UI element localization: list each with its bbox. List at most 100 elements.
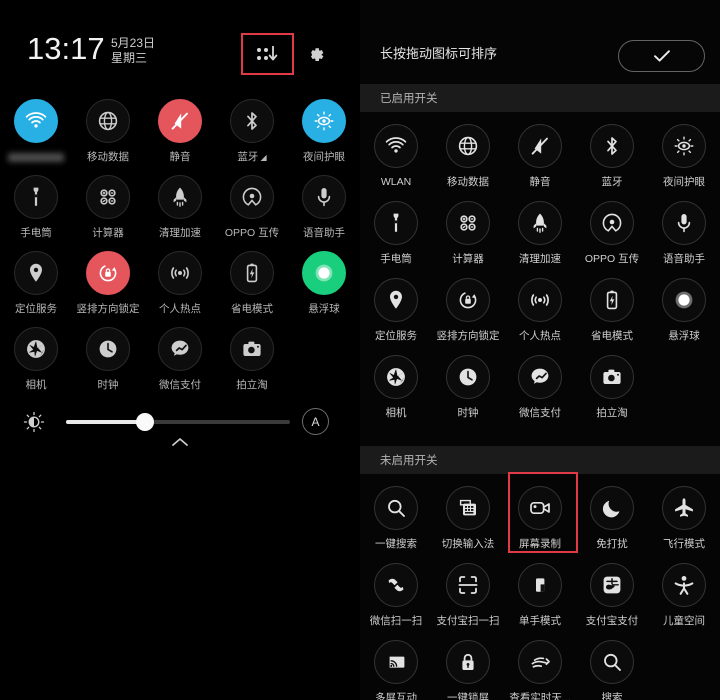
quick-tile-蓝牙[interactable]: 蓝牙 ◢ — [216, 88, 288, 164]
wechat-pay-icon[interactable] — [158, 327, 202, 371]
rocket-icon[interactable] — [518, 201, 562, 245]
edit-tile-计算器[interactable]: 计算器 — [432, 189, 504, 266]
edit-tile-OPPO 互传[interactable]: OPPO 互传 — [576, 189, 648, 266]
edit-tile-竖排方向锁定[interactable]: 竖排方向锁定 — [432, 266, 504, 343]
edit-tile-语音助手[interactable]: 语音助手 — [648, 189, 720, 266]
kids-space-icon[interactable] — [662, 563, 706, 607]
mute-icon[interactable] — [518, 124, 562, 168]
quick-tile-计算器[interactable]: 计算器 — [72, 164, 144, 240]
edit-tile-屏幕录制[interactable]: 屏幕录制 — [504, 474, 576, 551]
edit-tile-定位服务[interactable]: 定位服务 — [360, 266, 432, 343]
brightness-slider-thumb[interactable] — [136, 413, 155, 431]
quick-tile-移动数据[interactable]: 移动数据 — [72, 88, 144, 164]
rotation-lock-icon[interactable] — [86, 251, 130, 295]
hotspot-icon[interactable] — [518, 278, 562, 322]
edit-tile-相机[interactable]: 相机 — [360, 343, 432, 420]
quick-tile-语音助手[interactable]: 语音助手 — [288, 164, 360, 240]
wechat-pay-icon[interactable] — [518, 355, 562, 399]
edit-tile-免打扰[interactable]: 免打扰 — [576, 474, 648, 551]
edit-tile-时钟[interactable]: 时钟 — [432, 343, 504, 420]
calculator-icon[interactable] — [446, 201, 490, 245]
search-icon[interactable] — [590, 640, 634, 684]
quick-tile-手电筒[interactable]: 手电筒 — [0, 164, 72, 240]
edit-tile-儿童空间[interactable]: 儿童空间 — [648, 551, 720, 628]
hotspot-icon[interactable] — [158, 251, 202, 295]
bluetooth-icon[interactable] — [230, 99, 274, 143]
oppo-share-icon[interactable] — [590, 201, 634, 245]
quick-tile-竖排方向锁定[interactable]: 竖排方向锁定 — [72, 240, 144, 316]
done-button[interactable] — [618, 40, 705, 72]
edit-tile-个人热点[interactable]: 个人热点 — [504, 266, 576, 343]
camera-icon[interactable] — [590, 355, 634, 399]
microphone-icon[interactable] — [302, 175, 346, 219]
wifi-icon[interactable] — [374, 124, 418, 168]
auto-brightness-button[interactable]: A — [302, 408, 329, 435]
airplane-icon[interactable] — [662, 486, 706, 530]
chevron-up-icon[interactable] — [171, 436, 189, 448]
edit-tile-多屏互动[interactable]: 多屏互动 — [360, 628, 432, 700]
clock-icon[interactable] — [86, 327, 130, 371]
floating-ball-icon[interactable] — [302, 251, 346, 295]
edit-tile-微信支付[interactable]: 微信支付 — [504, 343, 576, 420]
search-icon[interactable] — [374, 486, 418, 530]
quick-tile-微信支付[interactable]: 微信支付 — [144, 316, 216, 392]
battery-saver-icon[interactable] — [230, 251, 274, 295]
moon-icon[interactable] — [590, 486, 634, 530]
edit-tile-清理加速[interactable]: 清理加速 — [504, 189, 576, 266]
quick-tile-拍立淘[interactable]: 拍立淘 — [216, 316, 288, 392]
edit-tile-支付宝支付[interactable]: 支付宝支付 — [576, 551, 648, 628]
keyboard-icon[interactable] — [446, 486, 490, 530]
brightness-slider[interactable] — [66, 420, 290, 424]
edit-tile-蓝牙[interactable]: 蓝牙 — [576, 112, 648, 189]
quick-tile-静音[interactable]: 静音 — [144, 88, 216, 164]
wifi-icon[interactable] — [14, 99, 58, 143]
quick-tile-夜间护眼[interactable]: 夜间护眼 — [288, 88, 360, 164]
edit-tile-飞行模式[interactable]: 飞行模式 — [648, 474, 720, 551]
edit-tile-省电模式[interactable]: 省电模式 — [576, 266, 648, 343]
edit-tile-悬浮球[interactable]: 悬浮球 — [648, 266, 720, 343]
lock-icon[interactable] — [446, 640, 490, 684]
quick-tile-定位服务[interactable]: 定位服务 — [0, 240, 72, 316]
location-pin-icon[interactable] — [374, 278, 418, 322]
oppo-share-icon[interactable] — [230, 175, 274, 219]
scan-frame-icon[interactable] — [446, 563, 490, 607]
floating-ball-icon[interactable] — [662, 278, 706, 322]
quick-tile-wlan[interactable] — [0, 88, 72, 164]
quick-tile-相机[interactable]: 相机 — [0, 316, 72, 392]
edit-tile-切换输入法[interactable]: 切换输入法 — [432, 474, 504, 551]
alipay-icon[interactable] — [590, 563, 634, 607]
edit-tile-单手模式[interactable]: 单手模式 — [504, 551, 576, 628]
edit-tile-夜间护眼[interactable]: 夜间护眼 — [648, 112, 720, 189]
edit-tile-查看实时天...[interactable]: 查看实时天... — [504, 628, 576, 700]
quick-tile-省电模式[interactable]: 省电模式 — [216, 240, 288, 316]
night-eye-icon[interactable] — [302, 99, 346, 143]
bluetooth-icon[interactable] — [590, 124, 634, 168]
edit-tile-静音[interactable]: 静音 — [504, 112, 576, 189]
screen-record-icon[interactable] — [518, 486, 562, 530]
flashlight-icon[interactable] — [14, 175, 58, 219]
quick-tile-个人热点[interactable]: 个人热点 — [144, 240, 216, 316]
battery-saver-icon[interactable] — [590, 278, 634, 322]
edit-tile-手电筒[interactable]: 手电筒 — [360, 189, 432, 266]
calculator-icon[interactable] — [86, 175, 130, 219]
camera-shutter-icon[interactable] — [374, 355, 418, 399]
quick-tile-清理加速[interactable]: 清理加速 — [144, 164, 216, 240]
edit-tile-WLAN[interactable]: WLAN — [360, 112, 432, 189]
globe-icon[interactable] — [446, 124, 490, 168]
one-hand-icon[interactable] — [518, 563, 562, 607]
location-pin-icon[interactable] — [14, 251, 58, 295]
camera-icon[interactable] — [230, 327, 274, 371]
weather-hand-icon[interactable] — [518, 640, 562, 684]
night-eye-icon[interactable] — [662, 124, 706, 168]
edit-tile-移动数据[interactable]: 移动数据 — [432, 112, 504, 189]
rotation-lock-icon[interactable] — [446, 278, 490, 322]
mute-icon[interactable] — [158, 99, 202, 143]
quick-tile-OPPO 互传[interactable]: OPPO 互传 — [216, 164, 288, 240]
edit-tile-支付宝扫一扫[interactable]: 支付宝扫一扫 — [432, 551, 504, 628]
edit-tile-微信扫一扫[interactable]: 微信扫一扫 — [360, 551, 432, 628]
edit-tile-搜索[interactable]: 搜索 — [576, 628, 648, 700]
microphone-icon[interactable] — [662, 201, 706, 245]
clock-icon[interactable] — [446, 355, 490, 399]
edit-tile-一键锁屏[interactable]: 一键锁屏 — [432, 628, 504, 700]
screen-cast-icon[interactable] — [374, 640, 418, 684]
